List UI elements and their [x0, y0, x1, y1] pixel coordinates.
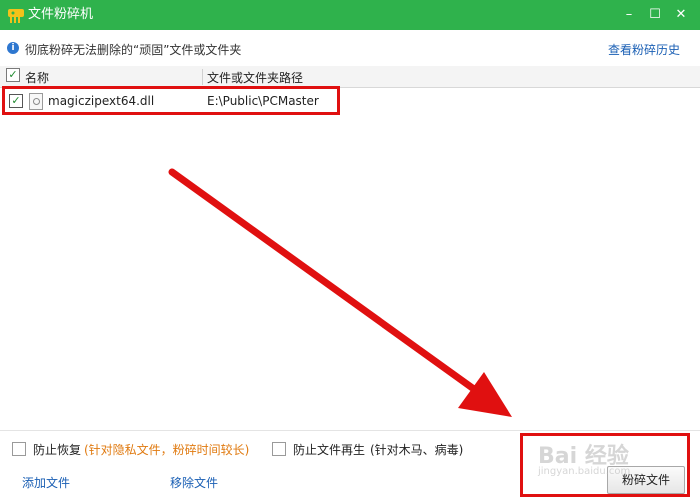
prevent-regeneration-note: (针对木马、病毒)	[370, 443, 464, 457]
prevent-recovery-checkbox[interactable]	[12, 442, 26, 456]
annotation-arrow	[168, 168, 512, 417]
annotation-box-shred-button	[520, 433, 690, 497]
prevent-recovery-note: (针对隐私文件，粉碎时间较长)	[84, 443, 250, 457]
prevent-recovery-label[interactable]: 防止恢复	[33, 441, 81, 458]
add-file-link[interactable]: 添加文件	[22, 474, 70, 491]
prevent-regeneration-checkbox[interactable]	[272, 442, 286, 456]
prevent-regeneration-label[interactable]: 防止文件再生	[293, 441, 365, 458]
remove-file-link[interactable]: 移除文件	[170, 474, 218, 491]
